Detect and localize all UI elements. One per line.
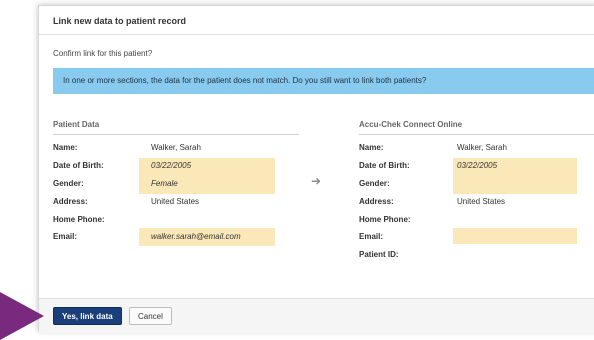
dialog-footer: Yes, link data Cancel [39, 298, 594, 333]
confirm-text: Confirm link for this patient? [53, 49, 153, 58]
left-name-value: Walker, Sarah [151, 143, 201, 152]
left-address-value: United States [151, 197, 200, 206]
left-dob-label: Date of Birth: [53, 161, 104, 170]
right-dob-label: Date of Birth: [359, 161, 410, 170]
right-dob-value: 03/22/2005 [457, 161, 498, 170]
yes-link-data-button[interactable]: Yes, link data [53, 307, 122, 325]
right-home-phone-label: Home Phone: [359, 215, 411, 224]
left-home-phone-label: Home Phone: [53, 215, 105, 224]
title-divider [39, 34, 594, 35]
right-name-label: Name: [359, 143, 384, 152]
accu-chek-heading: Accu-Chek Connect Online [359, 120, 594, 135]
left-gender-label: Gender: [53, 179, 84, 188]
right-gender-label: Gender: [359, 179, 390, 188]
right-name-value: Walker, Sarah [457, 143, 507, 152]
left-name-label: Name: [53, 143, 78, 152]
right-email-label: Email: [359, 232, 384, 241]
link-patient-dialog: Link new data to patient record Confirm … [38, 5, 594, 333]
left-gender-value: Female [151, 179, 178, 188]
cancel-button[interactable]: Cancel [129, 307, 172, 325]
left-email-value: walker.sarah@email.com [151, 232, 241, 241]
right-address-label: Address: [359, 197, 394, 206]
left-dob-value: 03/22/2005 [151, 161, 192, 170]
left-email-label: Email: [53, 232, 78, 241]
patient-data-heading: Patient Data [53, 120, 299, 135]
arrow-right-icon: ➜ [311, 174, 322, 188]
dialog-title: Link new data to patient record [53, 16, 187, 26]
left-address-label: Address: [53, 197, 88, 206]
mismatch-banner: In one or more sections, the data for th… [53, 68, 594, 94]
right-patient-id-label: Patient ID: [359, 250, 399, 259]
right-address-value: United States [457, 197, 506, 206]
pointer-arrow-icon [0, 292, 44, 340]
email-mismatch-highlight-right [453, 228, 577, 244]
